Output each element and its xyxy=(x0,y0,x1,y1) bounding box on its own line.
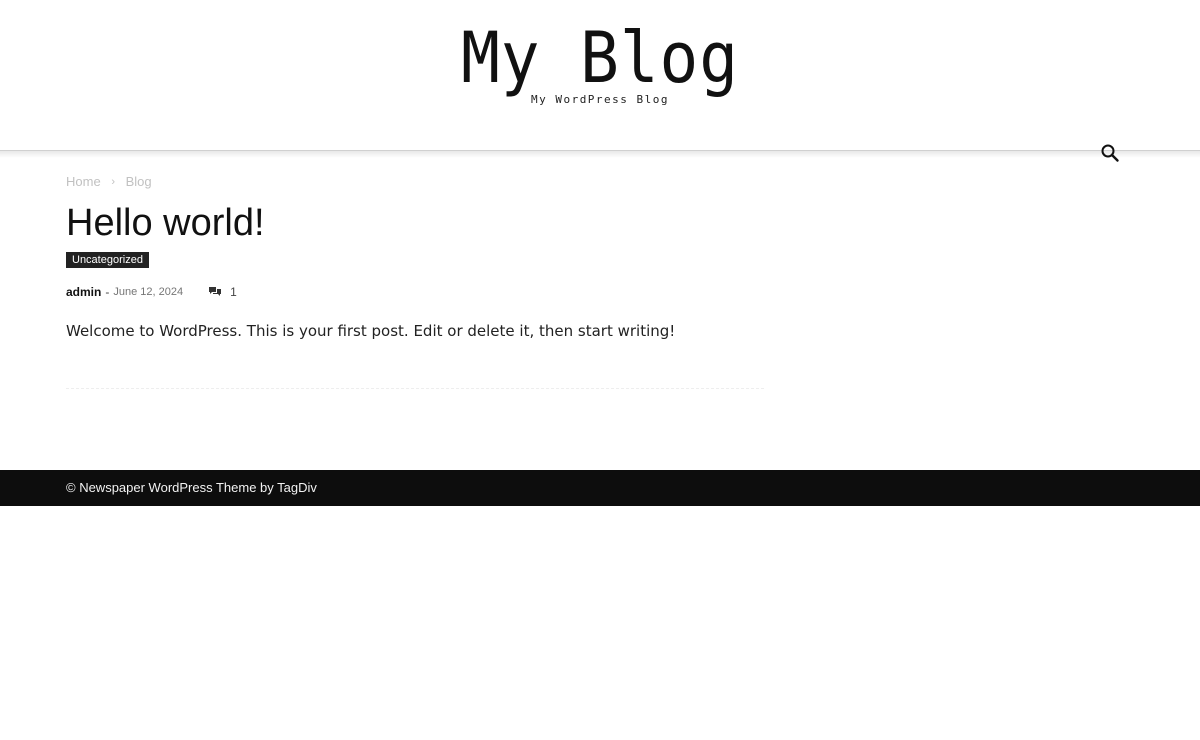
breadcrumb-blog[interactable]: Blog xyxy=(126,174,152,189)
post-meta: admin - June 12, 2024 1 xyxy=(66,284,237,300)
comment-count: 1 xyxy=(230,285,237,299)
search-button[interactable] xyxy=(1098,141,1122,165)
header-shadow xyxy=(0,150,1200,158)
post-divider xyxy=(66,388,764,389)
site-tagline: My WordPress Blog xyxy=(530,93,670,106)
footer-copyright: © Newspaper WordPress Theme by TagDiv xyxy=(66,480,317,495)
breadcrumb: Home › Blog xyxy=(66,174,152,189)
breadcrumb-home[interactable]: Home xyxy=(66,174,101,189)
site-header: My Blog My WordPress Blog xyxy=(0,0,1200,150)
post-content: Welcome to WordPress. This is your first… xyxy=(66,322,676,340)
comments-icon xyxy=(209,287,222,296)
site-footer: © Newspaper WordPress Theme by TagDiv xyxy=(0,470,1200,506)
page: My Blog My WordPress Blog Home › Blog He… xyxy=(0,0,1200,740)
author-link[interactable]: admin xyxy=(66,285,101,299)
meta-dash: - xyxy=(105,285,110,299)
post-date: June 12, 2024 xyxy=(113,286,184,298)
post-title: Hello world! xyxy=(66,202,265,244)
breadcrumb-separator: › xyxy=(111,176,115,188)
comments-link[interactable]: 1 xyxy=(208,285,237,299)
search-icon xyxy=(1101,144,1119,162)
site-title[interactable]: My Blog xyxy=(48,18,1152,98)
category-badge[interactable]: Uncategorized xyxy=(66,252,149,268)
